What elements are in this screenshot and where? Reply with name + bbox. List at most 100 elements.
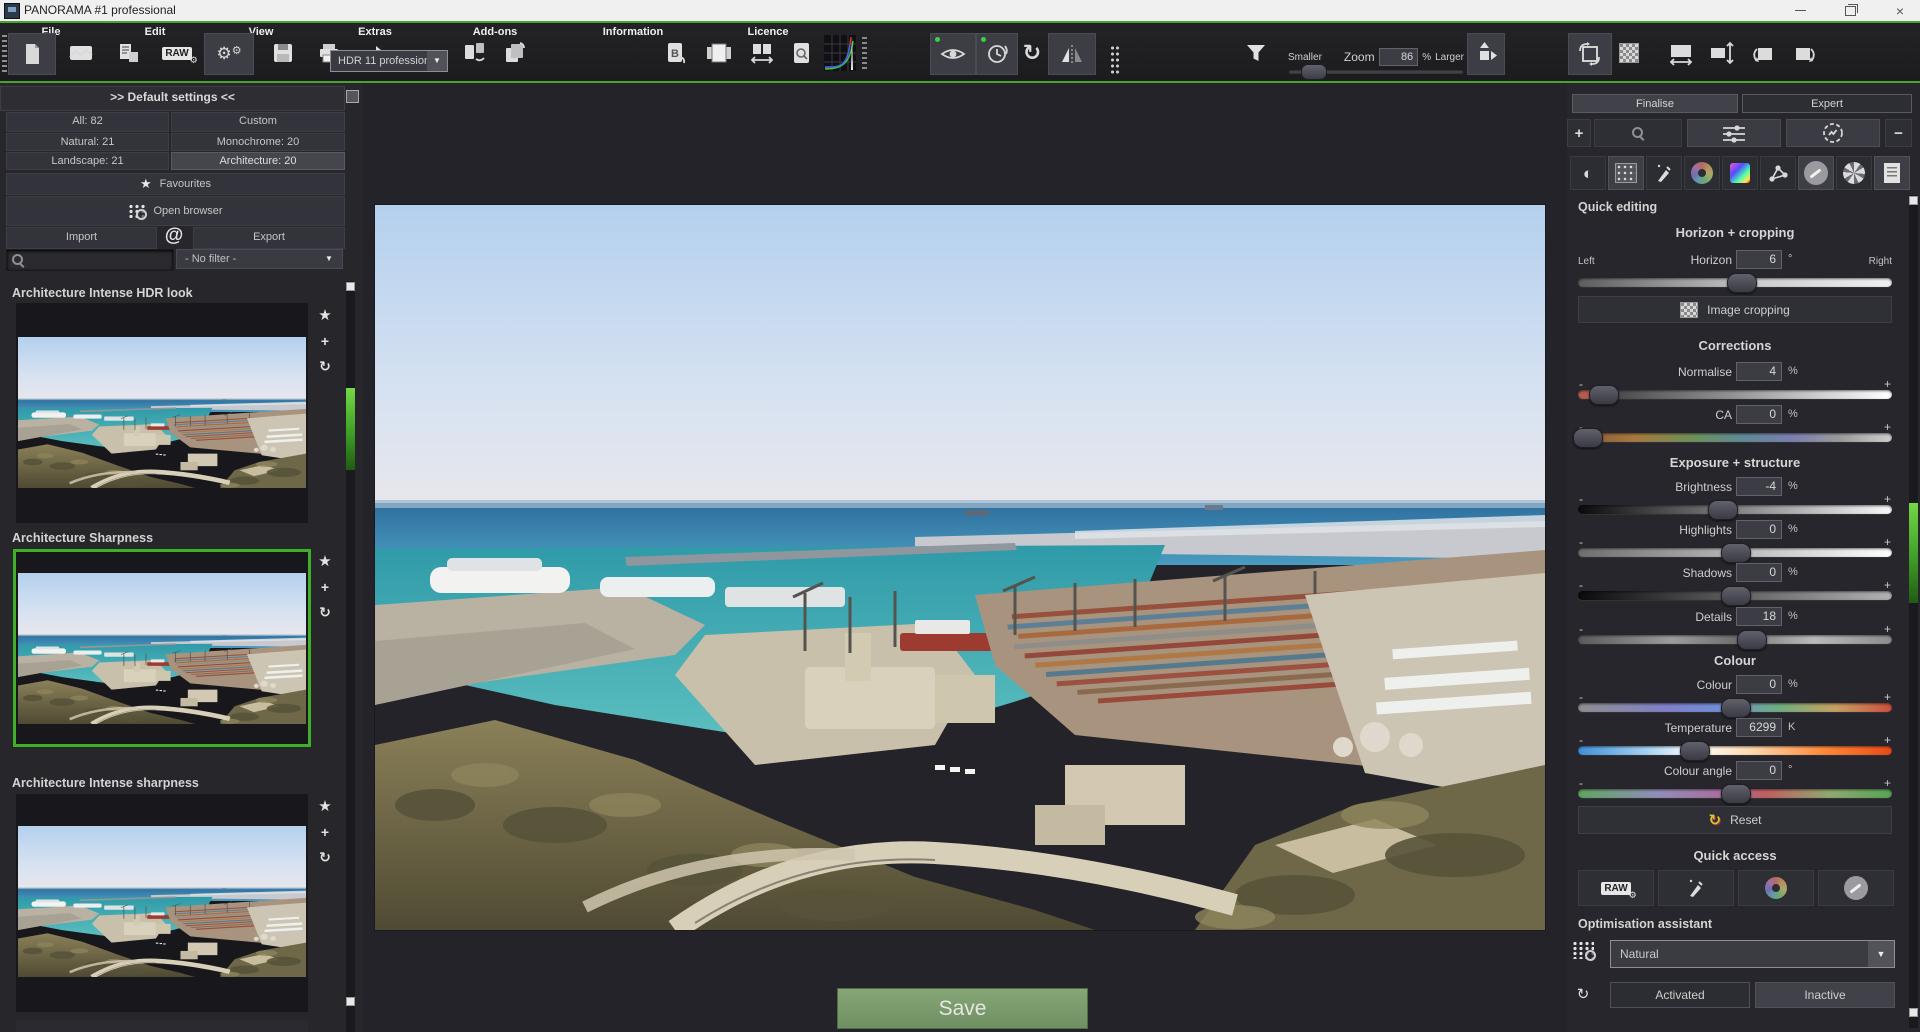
history-button[interactable] (976, 33, 1018, 75)
category-architecture[interactable]: Architecture: 20 (171, 152, 345, 170)
optimisation-dropdown[interactable]: Natural ▼ (1610, 940, 1895, 968)
open-image-button[interactable] (58, 33, 104, 73)
editing-panel-scroll-thumb[interactable] (1909, 503, 1918, 603)
details-slider[interactable] (1578, 635, 1892, 644)
category-monochrome[interactable]: Monochrome: 20 (171, 133, 345, 151)
horizon-slider-thumb[interactable] (1727, 273, 1757, 293)
category-landscape[interactable]: Landscape: 21 (6, 152, 169, 170)
redo-button[interactable]: ↻ (1016, 33, 1048, 73)
save-button[interactable]: Save (837, 988, 1088, 1029)
grain-button[interactable] (1608, 156, 1644, 190)
colour-cube-button[interactable] (1722, 156, 1758, 190)
transfer-device-button[interactable] (456, 33, 494, 73)
normalise-slider[interactable] (1578, 390, 1892, 399)
refresh-icon[interactable]: ↻ (314, 604, 336, 621)
quick-access-retouch-button[interactable] (1818, 870, 1894, 906)
shadows-slider-thumb[interactable] (1721, 586, 1751, 606)
pin-icon[interactable] (346, 90, 359, 103)
tab-finalise[interactable]: Finalise (1572, 94, 1738, 113)
highlights-slider-thumb[interactable] (1721, 543, 1751, 563)
ca-slider-thumb[interactable] (1573, 428, 1603, 448)
normalise-slider-thumb[interactable] (1589, 385, 1619, 405)
frame-doc-button[interactable] (698, 33, 740, 73)
highlights-value-field[interactable]: 0 (1736, 520, 1782, 539)
ca-value-field[interactable]: 0 (1736, 405, 1782, 424)
hdr-preset-dropdown[interactable]: HDR 11 professional ▼ (330, 50, 448, 72)
brightness-slider[interactable] (1578, 505, 1892, 514)
category-all[interactable]: All: 82 (6, 112, 169, 132)
adjustments-button[interactable] (1687, 119, 1781, 147)
new-file-button[interactable] (8, 33, 56, 75)
maximize-button[interactable] (1830, 0, 1870, 21)
optimisation-browser-button[interactable] (1572, 941, 1594, 959)
scroll-down-button[interactable] (1909, 1008, 1918, 1017)
scroll-up-button[interactable] (346, 282, 355, 291)
remove-panel-button[interactable]: − (1885, 119, 1912, 147)
colour-value-field[interactable]: 0 (1736, 675, 1782, 694)
horizon-value-field[interactable]: 6 (1736, 250, 1782, 269)
batch-list-button[interactable] (106, 33, 152, 73)
zoom-slider[interactable] (1288, 69, 1464, 74)
colour-angle-slider[interactable] (1578, 789, 1892, 798)
quick-access-raw-button[interactable]: RAW (1578, 870, 1654, 906)
raw-button[interactable]: RAW (154, 33, 200, 73)
optimisation-refresh-button[interactable]: ↻ (1571, 982, 1595, 1006)
minimize-button[interactable] (1780, 0, 1820, 21)
preview-eye-button[interactable] (930, 33, 976, 75)
pen-tool-button[interactable] (1646, 156, 1682, 190)
favourite-star-icon[interactable]: ★ (314, 306, 336, 324)
crop-button[interactable] (1612, 33, 1646, 73)
notes-button[interactable] (1874, 156, 1910, 190)
highlights-slider[interactable] (1578, 548, 1892, 557)
temperature-slider-thumb[interactable] (1680, 741, 1710, 761)
retouch-button[interactable] (1798, 156, 1834, 190)
preset-thumbnail-partial[interactable] (16, 1020, 308, 1032)
add-icon[interactable]: + (314, 824, 336, 840)
category-custom[interactable]: Custom (171, 112, 345, 132)
inactive-button[interactable]: Inactive (1755, 982, 1895, 1008)
scroll-down-button[interactable] (346, 997, 355, 1006)
tab-expert[interactable]: Expert (1742, 94, 1912, 113)
export-button[interactable]: Export (193, 227, 345, 249)
colour-angle-slider-thumb[interactable] (1721, 784, 1751, 804)
histogram-button[interactable] (820, 33, 860, 73)
preset-thumbnail[interactable] (16, 303, 308, 523)
fit-expand-button[interactable] (1467, 33, 1505, 75)
inspect-doc-button[interactable] (784, 33, 820, 73)
category-natural[interactable]: Natural: 21 (6, 133, 169, 151)
zoom-value-field[interactable]: 86 (1379, 48, 1419, 66)
quick-access-wheel-button[interactable] (1738, 870, 1814, 906)
settings-button[interactable]: ⚙⚙ (204, 33, 254, 75)
zoom-slider-thumb[interactable] (1301, 64, 1327, 80)
mirror-button[interactable] (1048, 33, 1096, 75)
filter-funnel-button[interactable] (1236, 33, 1276, 73)
normalise-value-field[interactable]: 4 (1736, 362, 1782, 381)
preset-search-input[interactable] (6, 249, 174, 271)
add-panel-button[interactable]: + (1567, 119, 1591, 147)
save-project-button[interactable] (262, 33, 304, 73)
reset-button[interactable]: ↻ Reset (1578, 806, 1892, 834)
search-tools-button[interactable] (1594, 119, 1682, 147)
stitch-width-button[interactable] (742, 33, 782, 73)
default-settings-header[interactable]: >> Default settings << (0, 86, 345, 111)
filter-dropdown[interactable]: - No filter - ▼ (176, 249, 343, 269)
copy-settings-button[interactable] (496, 33, 534, 73)
brightness-value-field[interactable]: -4 (1736, 477, 1782, 496)
before-after-button[interactable]: ◐ (1570, 156, 1606, 190)
preset-thumbnail-selected[interactable] (13, 549, 311, 747)
temperature-value-field[interactable]: 6299 (1736, 718, 1782, 737)
refresh-icon[interactable]: ↻ (314, 358, 336, 375)
colour-slider[interactable] (1578, 703, 1892, 712)
doc-b-button[interactable]: B (656, 33, 696, 73)
free-rotate-button[interactable] (1568, 33, 1612, 75)
open-browser-button[interactable]: Open browser (6, 196, 345, 226)
refresh-icon[interactable]: ↻ (314, 849, 336, 866)
colour-angle-value-field[interactable]: 0 (1736, 761, 1782, 780)
colour-slider-thumb[interactable] (1721, 698, 1751, 718)
preset-thumbnail[interactable] (16, 794, 308, 1012)
rotate-left-button[interactable] (1744, 33, 1782, 73)
activated-button[interactable]: Activated (1610, 982, 1750, 1008)
preset-list-scroll-thumb[interactable] (346, 388, 355, 470)
add-icon[interactable]: + (314, 579, 336, 595)
stretch-vertical-button[interactable] (1702, 33, 1740, 73)
